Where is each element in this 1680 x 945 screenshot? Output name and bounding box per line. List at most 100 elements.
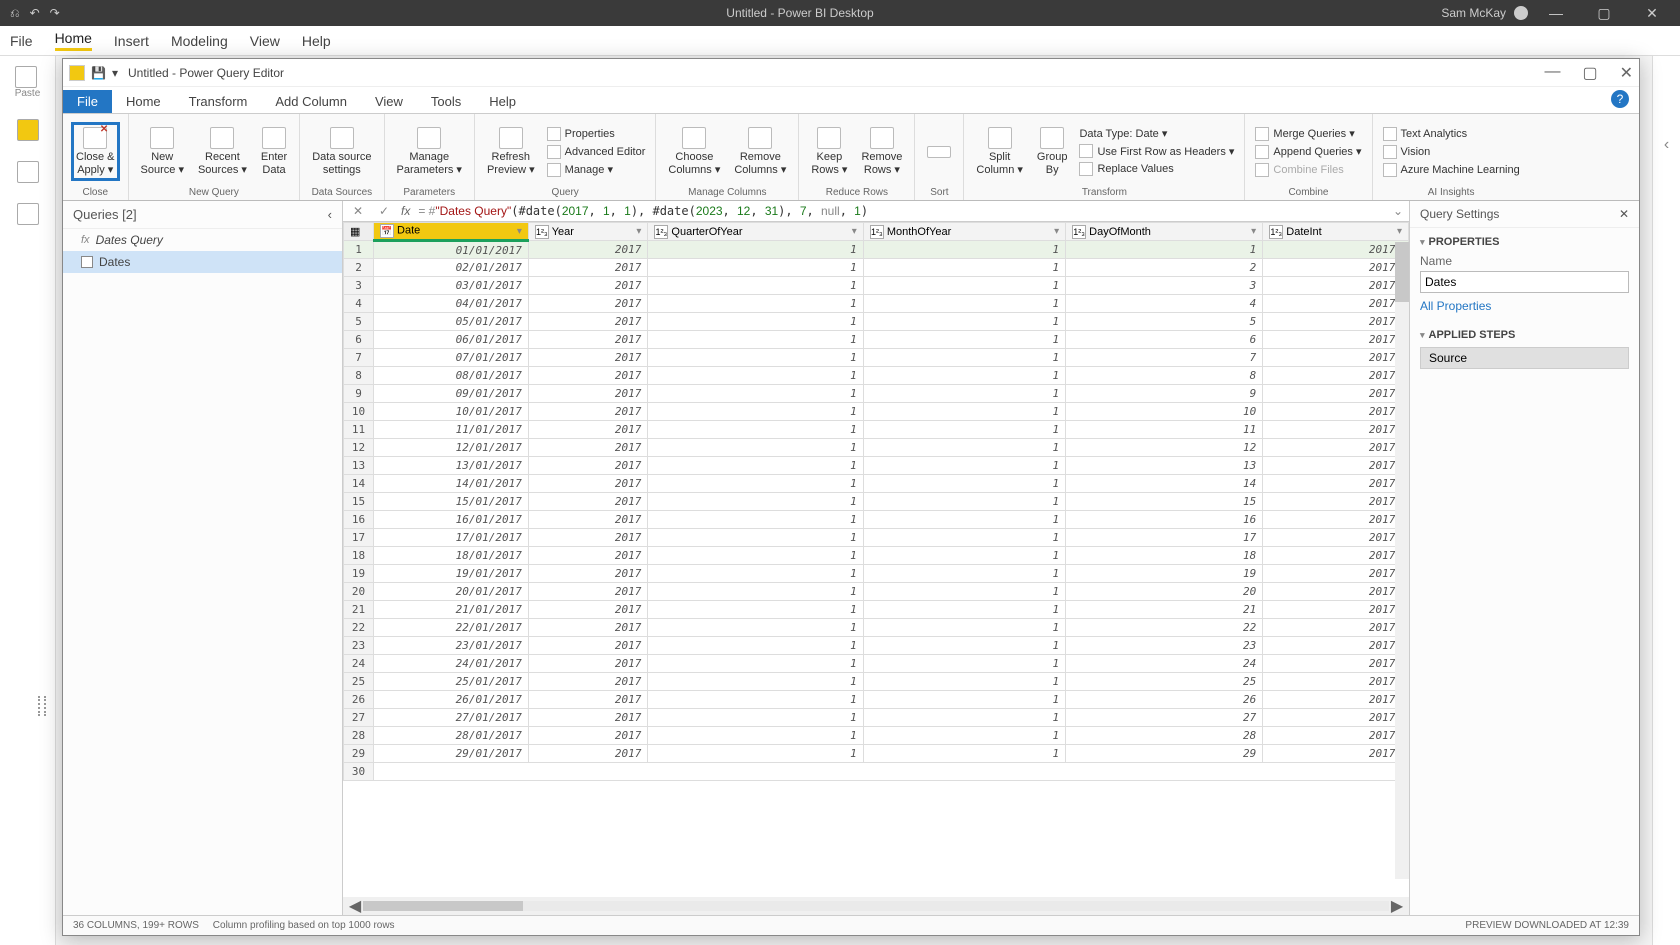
cell-date[interactable]: 13/01/2017 — [374, 457, 529, 475]
cell-dateint[interactable]: 20170 — [1263, 493, 1409, 511]
cell-dateint[interactable]: 20170 — [1263, 619, 1409, 637]
cell-year[interactable]: 2017 — [528, 619, 647, 637]
row-header[interactable]: 23 — [344, 637, 374, 655]
maximize-button[interactable]: ▢ — [1584, 5, 1624, 22]
table-row[interactable]: 22 22/01/2017 2017 1 1 22 20170 — [344, 619, 1409, 637]
scroll-left-icon[interactable]: ◀ — [347, 896, 363, 916]
close-and-apply-button[interactable]: Close & Apply ▾ — [71, 122, 120, 180]
cell-month[interactable]: 1 — [863, 709, 1065, 727]
cell-day[interactable]: 15 — [1066, 493, 1263, 511]
cell-date[interactable]: 28/01/2017 — [374, 727, 529, 745]
table-row[interactable]: 10 10/01/2017 2017 1 1 10 20170 — [344, 403, 1409, 421]
cell-quarter[interactable]: 1 — [648, 349, 863, 367]
applied-steps-title[interactable]: APPLIED STEPS — [1420, 329, 1629, 341]
row-header[interactable]: 19 — [344, 565, 374, 583]
cell-month[interactable]: 1 — [863, 259, 1065, 277]
autosave-icon[interactable]: ⎌ — [10, 6, 20, 21]
redo-icon[interactable]: ↷ — [50, 6, 60, 21]
row-header[interactable]: 11 — [344, 421, 374, 439]
menu-modeling[interactable]: Modeling — [171, 33, 228, 49]
cell-day[interactable]: 28 — [1066, 727, 1263, 745]
properties-section-title[interactable]: PROPERTIES — [1420, 236, 1629, 248]
cell-dateint[interactable]: 20170 — [1263, 331, 1409, 349]
cell-quarter[interactable]: 1 — [648, 439, 863, 457]
cell-quarter[interactable]: 1 — [648, 331, 863, 349]
cell-day[interactable]: 1 — [1066, 241, 1263, 259]
column-header-dayofmonth[interactable]: 1²₃ DayOfMonth▾ — [1066, 223, 1263, 241]
cell-date[interactable]: 14/01/2017 — [374, 475, 529, 493]
column-header-date[interactable]: 📅 Date▾ — [374, 223, 529, 241]
row-header[interactable]: 12 — [344, 439, 374, 457]
row-header[interactable]: 24 — [344, 655, 374, 673]
cell-dateint[interactable]: 20170 — [1263, 241, 1409, 259]
cell-day[interactable]: 21 — [1066, 601, 1263, 619]
cell-dateint[interactable]: 20170 — [1263, 475, 1409, 493]
cell-quarter[interactable]: 1 — [648, 385, 863, 403]
qat-save-icon[interactable]: 💾 — [91, 66, 106, 80]
group-by-button[interactable]: Group By — [1033, 125, 1072, 177]
row-header[interactable]: 20 — [344, 583, 374, 601]
type-icon[interactable]: 1²₃ — [654, 225, 668, 239]
cell-dateint[interactable]: 20170 — [1263, 439, 1409, 457]
cell-date[interactable]: 06/01/2017 — [374, 331, 529, 349]
cell-month[interactable]: 1 — [863, 637, 1065, 655]
cell-month[interactable]: 1 — [863, 439, 1065, 457]
row-header[interactable]: 17 — [344, 529, 374, 547]
cell-dateint[interactable]: 20170 — [1263, 313, 1409, 331]
table-row[interactable]: 4 04/01/2017 2017 1 1 4 20170 — [344, 295, 1409, 313]
cell-year[interactable]: 2017 — [528, 493, 647, 511]
cell-day[interactable]: 17 — [1066, 529, 1263, 547]
column-header-quarterofyear[interactable]: 1²₃ QuarterOfYear▾ — [648, 223, 863, 241]
table-row[interactable]: 7 07/01/2017 2017 1 1 7 20170 — [344, 349, 1409, 367]
cell-day[interactable]: 20 — [1066, 583, 1263, 601]
cell-month[interactable]: 1 — [863, 241, 1065, 259]
cell-year[interactable]: 2017 — [528, 259, 647, 277]
table-row[interactable]: 20 20/01/2017 2017 1 1 20 20170 — [344, 583, 1409, 601]
cell-date[interactable]: 27/01/2017 — [374, 709, 529, 727]
sort-asc-button[interactable] — [923, 144, 955, 160]
menu-file[interactable]: File — [10, 33, 33, 49]
fx-icon[interactable]: fx — [401, 204, 410, 218]
column-header-dateint[interactable]: 1²₃ DateInt▾ — [1263, 223, 1409, 241]
row-header[interactable]: 8 — [344, 367, 374, 385]
cell-dateint[interactable]: 20170 — [1263, 349, 1409, 367]
pqe-maximize-button[interactable]: ▢ — [1582, 63, 1597, 83]
cell-dateint[interactable]: 20170 — [1263, 655, 1409, 673]
cell-month[interactable]: 1 — [863, 277, 1065, 295]
column-filter-icon[interactable]: ▾ — [636, 226, 641, 237]
cell-month[interactable]: 1 — [863, 457, 1065, 475]
cell-quarter[interactable]: 1 — [648, 457, 863, 475]
data-type-dropdown[interactable]: Data Type: Date ▾ — [1077, 126, 1236, 141]
cell-quarter[interactable]: 1 — [648, 727, 863, 745]
cell-year[interactable]: 2017 — [528, 655, 647, 673]
cell-year[interactable]: 2017 — [528, 547, 647, 565]
cell-month[interactable]: 1 — [863, 349, 1065, 367]
tab-add-column[interactable]: Add Column — [261, 90, 361, 113]
menu-home[interactable]: Home — [55, 30, 92, 51]
cell-dateint[interactable]: 20170 — [1263, 529, 1409, 547]
step-source[interactable]: Source — [1420, 347, 1629, 369]
cell-dateint[interactable]: 20170 — [1263, 709, 1409, 727]
settings-close-icon[interactable]: ✕ — [1619, 207, 1629, 221]
table-row[interactable]: 29 29/01/2017 2017 1 1 29 20170 — [344, 745, 1409, 763]
cell-day[interactable]: 5 — [1066, 313, 1263, 331]
row-header[interactable]: 18 — [344, 547, 374, 565]
query-item-dates[interactable]: Dates — [63, 251, 342, 273]
cell-dateint[interactable]: 20170 — [1263, 745, 1409, 763]
replace-values-button[interactable]: Replace Values — [1077, 161, 1236, 177]
cell-dateint[interactable]: 20170 — [1263, 673, 1409, 691]
cell-quarter[interactable]: 1 — [648, 295, 863, 313]
first-row-headers-button[interactable]: Use First Row as Headers ▾ — [1077, 143, 1236, 159]
pane-handle-icon[interactable] — [38, 696, 46, 716]
cell-day[interactable]: 24 — [1066, 655, 1263, 673]
filters-collapsed-pane[interactable]: ‹ — [1652, 56, 1680, 945]
cell-year[interactable]: 2017 — [528, 709, 647, 727]
formula-cancel-button[interactable]: ✕ — [349, 204, 367, 218]
remove-rows-button[interactable]: Remove Rows ▾ — [857, 125, 906, 177]
cell-month[interactable]: 1 — [863, 331, 1065, 349]
all-properties-link[interactable]: All Properties — [1420, 299, 1491, 313]
column-filter-icon[interactable]: ▾ — [1397, 226, 1402, 237]
tab-home[interactable]: Home — [112, 90, 175, 113]
column-filter-icon[interactable]: ▾ — [1251, 226, 1256, 237]
cell-year[interactable]: 2017 — [528, 745, 647, 763]
